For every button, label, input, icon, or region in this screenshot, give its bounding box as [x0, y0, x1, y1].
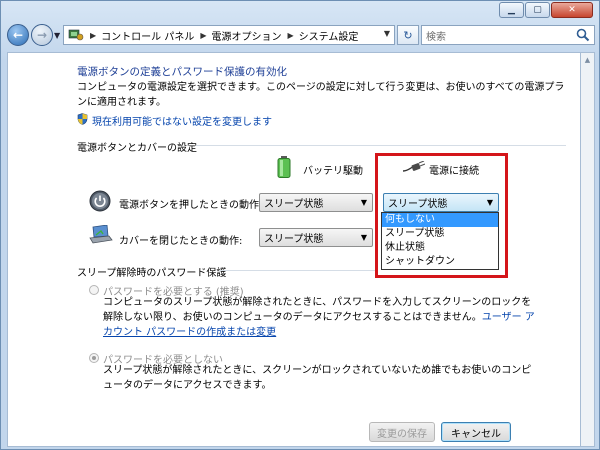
recent-pages-dropdown[interactable]: ▼ [54, 31, 60, 40]
forward-button[interactable]: → [31, 24, 53, 46]
maximize-icon: ▢ [533, 5, 542, 15]
back-arrow-icon: ← [12, 28, 24, 42]
minimize-icon: ▁ [508, 5, 515, 15]
control-panel-icon [68, 28, 84, 42]
battery-icon [277, 156, 291, 181]
page-description: コンピュータの電源設定を選択できます。このページの設定に対して行う変更は、お使い… [77, 80, 564, 110]
power-button-icon [89, 190, 111, 215]
breadcrumb-arrow-icon: ▶ [287, 30, 294, 40]
description-line: コンピュータのスリープ状態が解除されたときに、パスワードを入力してスクリーンのロ… [103, 297, 532, 308]
search-placeholder: 検索 [426, 31, 446, 43]
cancel-button[interactable]: キャンセル [441, 422, 511, 442]
search-icon [576, 28, 590, 45]
window-caption-buttons: ▁ ▢ ✕ [498, 2, 593, 18]
chevron-down-icon: ▼ [360, 233, 367, 242]
breadcrumb-power-options[interactable]: 電源オプション [212, 28, 282, 43]
chevron-down-icon: ▼ [54, 31, 61, 40]
scroll-up-icon[interactable]: ▲ [581, 53, 594, 67]
no-password-description: スリープ状態が解除されたときに、スクリーンがロックされていないため誰でもお使いの… [103, 363, 531, 393]
user-account-password-link[interactable]: ユーザー ア [482, 312, 535, 323]
lid-close-action-label: カバーを閉じたときの動作: [119, 236, 243, 247]
no-password-radio[interactable] [89, 353, 99, 363]
lid-close-battery-dropdown[interactable]: スリープ状態 ▼ [259, 228, 373, 247]
breadcrumb-arrow-icon: ▶ [90, 30, 97, 40]
description-line: 解除しない限り、お使いのコンピュータのデータにアクセスすることはできません。ユー… [103, 312, 535, 323]
window: ▁ ▢ ✕ ← → ▼ ▶ コントロール パネル ▶ 電源オプション ▶ システ… [0, 0, 600, 450]
section-heading-power-buttons: 電源ボタンとカバーの設定 [77, 143, 197, 154]
refresh-button[interactable]: ↻ [397, 25, 419, 45]
search-input[interactable]: 検索 [421, 25, 595, 45]
require-password-radio[interactable] [89, 285, 99, 295]
breadcrumb-control-panel[interactable]: コントロール パネル [101, 28, 194, 43]
refresh-icon: ↻ [403, 28, 413, 42]
address-dropdown-icon[interactable]: ▼ [384, 29, 390, 38]
breadcrumb-system-settings[interactable]: システム設定 [299, 28, 359, 43]
section-divider [196, 145, 566, 146]
close-icon: ✕ [568, 5, 576, 15]
user-account-password-link[interactable]: カウント パスワードの作成または変更 [103, 325, 535, 340]
laptop-lid-icon [89, 224, 113, 248]
close-button[interactable]: ✕ [551, 2, 593, 18]
section-divider [219, 270, 375, 271]
dropdown-value: スリープ状態 [264, 234, 324, 245]
maximize-button[interactable]: ▢ [525, 2, 550, 18]
change-settings-row: 現在利用可能ではない設定を変更します [77, 113, 272, 128]
save-changes-button[interactable]: 変更の保存 [369, 422, 435, 442]
power-button-battery-dropdown[interactable]: スリープ状態 ▼ [259, 193, 373, 212]
change-unavailable-settings-link[interactable]: 現在利用可能ではない設定を変更します [92, 113, 272, 128]
shield-icon [77, 113, 88, 128]
description-line: コンピュータの電源設定を選択できます。このページの設定に対して行う変更は、お使い… [77, 82, 565, 93]
minimize-button[interactable]: ▁ [499, 2, 524, 18]
description-line: ュータのデータにアクセスできます。 [103, 380, 272, 391]
require-password-description: コンピュータのスリープ状態が解除されたときに、パスワードを入力してスクリーンのロ… [103, 295, 535, 340]
dropdown-value: スリープ状態 [264, 199, 324, 210]
address-bar[interactable]: ▶ コントロール パネル ▶ 電源オプション ▶ システム設定 ▼ [63, 25, 395, 45]
section-heading-password: スリープ解除時のパスワード保護 [77, 268, 227, 279]
description-line: ンに適用されます。 [77, 97, 166, 108]
page-title: 電源ボタンの定義とパスワード保護の有効化 [77, 66, 287, 78]
power-button-action-label: 電源ボタンを押したときの動作: [119, 200, 263, 211]
description-line: スリープ状態が解除されたときに、スクリーンがロックされていないため誰でもお使いの… [103, 365, 532, 376]
vertical-scrollbar[interactable]: ▲ [581, 52, 595, 447]
breadcrumb-arrow-icon: ▶ [200, 30, 207, 40]
forward-arrow-icon: → [36, 28, 48, 42]
highlight-annotation-box [375, 153, 508, 278]
navigation-bar: ← → ▼ ▶ コントロール パネル ▶ 電源オプション ▶ システム設定 ▼ … [7, 24, 595, 48]
chevron-down-icon: ▼ [360, 198, 367, 207]
back-button[interactable]: ← [7, 24, 29, 46]
column-header-battery: バッテリ駆動 [303, 166, 363, 177]
